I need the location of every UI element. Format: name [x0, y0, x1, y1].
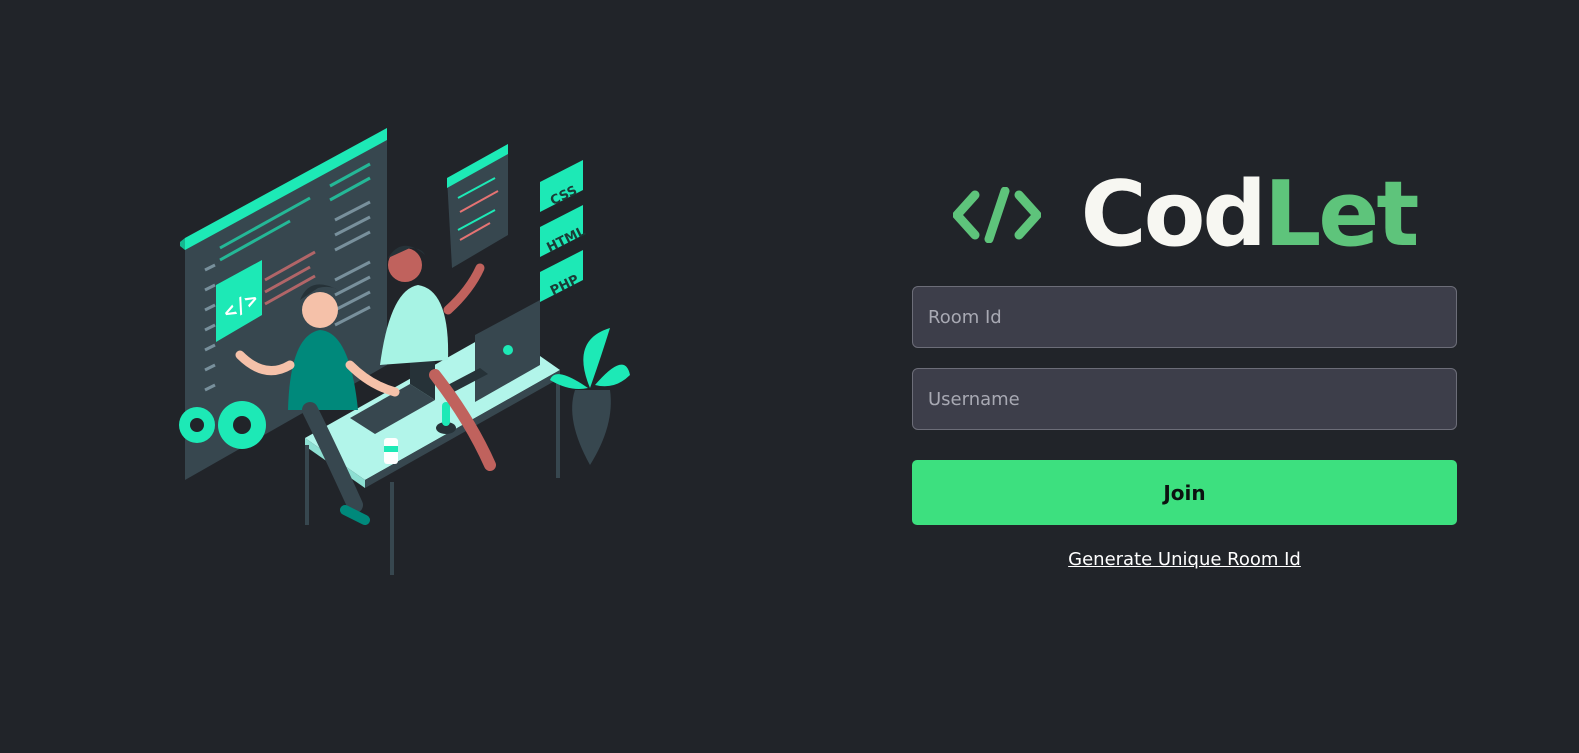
- brand-name: CodLet: [1081, 170, 1420, 260]
- join-panel: CodLet Join Generate Unique Room Id: [912, 170, 1457, 570]
- generate-room-id-link[interactable]: Generate Unique Room Id: [912, 549, 1457, 570]
- username-input[interactable]: [912, 368, 1457, 430]
- code-brackets-icon: [952, 187, 1041, 243]
- join-button[interactable]: Join: [912, 460, 1457, 525]
- brand-name-part1: Cod: [1080, 162, 1267, 267]
- developers-illustration: </> CSS HTML PHP: [179, 128, 630, 575]
- brand-logo: CodLet: [912, 170, 1457, 260]
- brand-name-part2: Let: [1263, 162, 1419, 267]
- room-id-input[interactable]: [912, 286, 1457, 348]
